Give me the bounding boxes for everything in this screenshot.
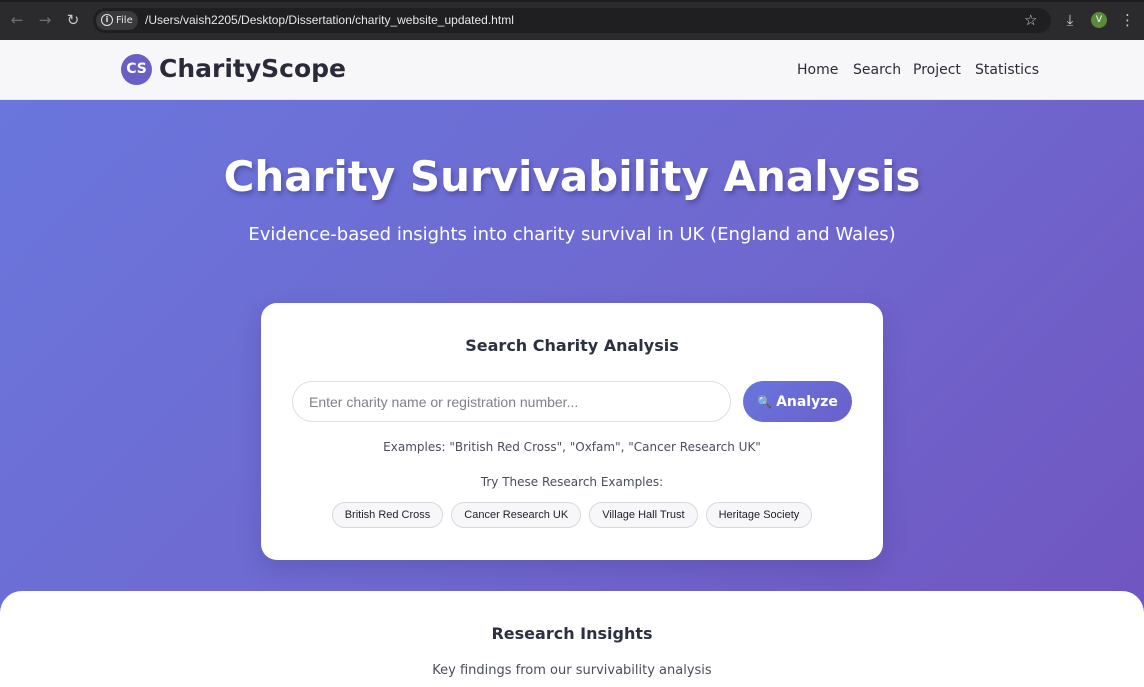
- insights-subtitle: Key findings from our survivability anal…: [432, 663, 712, 678]
- analyze-button[interactable]: 🔍 Analyze: [743, 381, 852, 422]
- file-label: File: [116, 15, 133, 26]
- info-icon: i: [101, 14, 113, 26]
- site-header: CS CharityScope Home Search Project Stat…: [0, 40, 1144, 100]
- analyze-button-label: Analyze: [776, 393, 838, 410]
- brand-name[interactable]: CharityScope: [159, 54, 346, 83]
- example-chips: British Red Cross Cancer Research UK Vil…: [261, 502, 883, 528]
- hero-title: Charity Survivability Analysis: [223, 152, 921, 201]
- magnifier-icon: 🔍: [757, 394, 773, 409]
- browser-toolbar: ← → ↻ i File /Users/vaish2205/Desktop/Di…: [0, 0, 1144, 40]
- search-card-title: Search Charity Analysis: [465, 336, 679, 355]
- star-icon[interactable]: ☆: [1024, 10, 1037, 30]
- example-chip-british-red-cross[interactable]: British Red Cross: [331, 502, 444, 528]
- research-insights-section: Research Insights Key findings from our …: [0, 591, 1144, 687]
- charity-search-input[interactable]: [292, 381, 731, 422]
- profile-avatar[interactable]: V: [1091, 12, 1107, 28]
- example-chip-heritage-society[interactable]: Heritage Society: [705, 502, 813, 528]
- url-text[interactable]: /Users/vaish2205/Desktop/Dissertation/ch…: [145, 13, 514, 27]
- example-chip-cancer-research-uk[interactable]: Cancer Research UK: [451, 502, 582, 528]
- reload-icon[interactable]: ↻: [63, 10, 83, 30]
- nav-link-home[interactable]: Home: [797, 62, 838, 78]
- examples-hint: Examples: "British Red Cross", "Oxfam", …: [383, 440, 761, 454]
- try-examples-label: Try These Research Examples:: [480, 475, 664, 489]
- search-card: Search Charity Analysis 🔍Analyze Example…: [261, 303, 883, 560]
- hero-section: Charity Survivability Analysis Evidence-…: [0, 100, 1144, 620]
- nav-link-project[interactable]: Project: [913, 62, 961, 78]
- nav-link-search[interactable]: Search: [853, 62, 901, 78]
- more-menu-icon[interactable]: ⋮: [1120, 10, 1135, 30]
- tab-strip-edge: [0, 0, 1144, 2]
- download-icon[interactable]: ⤓: [1062, 10, 1078, 30]
- insights-title: Research Insights: [491, 624, 653, 643]
- logo-badge[interactable]: CS: [121, 54, 152, 85]
- site-info-chip[interactable]: i File: [96, 11, 138, 30]
- nav-link-statistics[interactable]: Statistics: [975, 62, 1039, 78]
- example-chip-village-hall-trust[interactable]: Village Hall Trust: [589, 502, 698, 528]
- hero-subtitle: Evidence-based insights into charity sur…: [248, 224, 896, 245]
- forward-arrow-icon[interactable]: →: [35, 10, 55, 30]
- back-arrow-icon[interactable]: ←: [7, 10, 27, 30]
